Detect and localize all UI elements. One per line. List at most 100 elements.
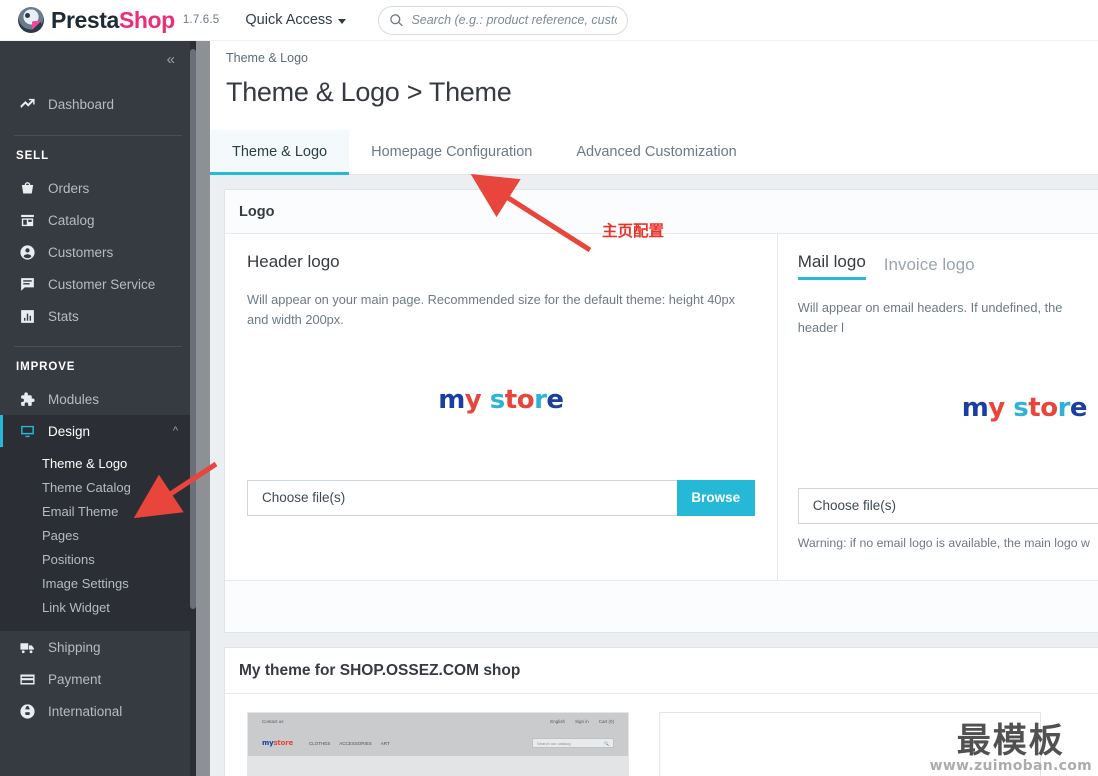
sidebar-sublabel-positions: Positions [42,551,95,567]
mail-invoice-tabs: Mail logo Invoice logo [797,252,1098,280]
globe-icon [18,702,36,720]
tab-invoice-logo[interactable]: Invoice logo [884,255,975,280]
preview-language-label: English [550,719,565,725]
person-circle-icon [18,243,36,261]
sidebar-item-customers[interactable]: Customers [0,236,196,268]
preview-nav-clothes: CLOTHES [309,740,331,746]
chat-icon [18,275,36,293]
scroll-up-icon[interactable] [190,41,196,49]
sidebar-subitem-link-widget[interactable]: Link Widget [0,595,196,619]
sidebar-scrollbar-thumb[interactable] [190,49,196,609]
sidebar-item-payment[interactable]: Payment [0,663,196,695]
header-logo-browse-button[interactable]: Browse [676,479,755,516]
tab-label-homepage-configuration: Homepage Configuration [371,144,533,160]
preview-cart-label: Cart (0) [598,719,614,725]
sidebar-section-improve: IMPROVE [16,361,76,373]
trend-up-icon [18,95,36,113]
mail-logo-preview: my store [798,338,1098,478]
theme-panel: My theme for SHOP.OSSEZ.COM shop Contact… [224,647,1098,776]
logo-panel: Logo Header logo Will appear on your mai… [224,189,1098,634]
tab-advanced-customization[interactable]: Advanced Customization [554,130,758,174]
theme-preview-thumbnail-secondary[interactable] [659,712,1041,776]
sidebar-scrollbar[interactable] [190,41,196,776]
preview-search-placeholder: Search our catalog [537,740,571,746]
sidebar-label-dashboard: Dashboard [48,96,115,112]
preview-signin-label: Sign in [574,719,589,725]
prestashop-mascot-icon [18,7,44,33]
header-logo-description: Will appear on your main page. Recommend… [247,292,735,327]
header-logo-title: Header logo [247,252,340,271]
search-icon [390,13,404,26]
sidebar-item-modules[interactable]: Modules [0,383,196,415]
design-submenu: Theme & Logo Theme Catalog Email Theme P… [0,447,196,631]
sidebar-label-catalog: Catalog [48,212,95,228]
quick-access-dropdown[interactable]: Quick Access [245,12,347,28]
tab-homepage-configuration[interactable]: Homepage Configuration [349,130,554,174]
mail-logo-description: Will appear on email headers. If undefin… [797,300,1063,335]
sidebar-item-orders[interactable]: Orders [0,172,196,204]
tab-label-theme-logo: Theme & Logo [232,144,328,160]
store-icon [18,211,36,229]
search-input[interactable] [411,13,618,27]
brand-shop: Shop [118,6,175,33]
tab-label-advanced-customization: Advanced Customization [576,144,737,160]
quick-access-label: Quick Access [245,12,333,28]
sidebar-subitem-email-theme[interactable]: Email Theme [0,499,196,523]
my-store-logo-image: my store [438,384,564,415]
logo-panel-body: Header logo Will appear on your main pag… [225,234,1098,581]
sidebar-subitem-theme-logo[interactable]: Theme & Logo [0,451,196,475]
mail-logo-file-input[interactable]: Choose file(s) [797,487,1098,524]
sidebar-label-customer-service: Customer Service [48,276,156,292]
theme-preview-thumbnail[interactable]: Contact us English Sign in Cart (0) myst… [247,712,629,776]
sidebar-item-design[interactable]: Design ^ [0,415,196,447]
sidebar-subitem-positions[interactable]: Positions [0,547,196,571]
page-scrollbar-track[interactable] [196,41,210,776]
global-search-box[interactable] [378,5,629,35]
main-sidebar: « Dashboard SELL Orders Catalog Customer… [0,41,196,776]
tab-mail-logo[interactable]: Mail logo [797,252,866,280]
preview-store-logo: mystore [262,739,293,748]
mail-logo-warning: Warning: if no email logo is available, … [797,535,1090,550]
sidebar-item-stats[interactable]: Stats [0,300,196,332]
sidebar-label-stats: Stats [48,308,79,324]
sidebar-item-dashboard[interactable]: Dashboard [0,87,196,121]
page-tabs: Theme & Logo Homepage Configuration Adva… [210,130,1098,175]
sidebar-subitem-pages[interactable]: Pages [0,523,196,547]
logo-panel-footer [225,580,1098,633]
preview-header: mystore CLOTHES ACCESSORIES ART Search o… [248,730,628,757]
sidebar-label-modules: Modules [48,391,100,407]
content-scroll-area: Logo Header logo Will appear on your mai… [210,175,1098,776]
credit-card-icon [18,670,36,688]
preview-nav-art: ART [380,740,390,746]
sidebar-subitem-theme-catalog[interactable]: Theme Catalog [0,475,196,499]
my-store-logo-image-mail: my store [961,392,1088,423]
mail-logo-file-row: Choose file(s) [797,487,1098,524]
preview-body [248,756,628,776]
sidebar-divider-2 [14,346,182,347]
prestashop-logo[interactable]: PrestaShop 1.7.6.5 [18,7,219,34]
sidebar-sublabel-pages: Pages [42,527,79,543]
sidebar-subitem-image-settings[interactable]: Image Settings [0,571,196,595]
sidebar-item-shipping[interactable]: Shipping [0,631,196,663]
sidebar-label-international: International [48,703,123,719]
collapse-sidebar-button[interactable]: « [167,51,175,68]
puzzle-icon [18,390,36,408]
preview-nav-accessories: ACCESSORIES [339,740,372,746]
brand-wordmark: PrestaShop [51,7,175,34]
version-label: 1.7.6.5 [182,14,220,26]
basket-icon [18,179,36,197]
sidebar-sublabel-theme-catalog: Theme Catalog [42,479,131,495]
sidebar-item-international[interactable]: International [0,695,196,727]
theme-panel-title: My theme for SHOP.OSSEZ.COM shop [225,648,1098,695]
preview-search-icon: 🔍 [604,740,609,746]
page-title: Theme & Logo > Theme [226,77,512,107]
tab-theme-logo[interactable]: Theme & Logo [210,130,350,175]
sidebar-item-customer-service[interactable]: Customer Service [0,268,196,300]
header-logo-file-input[interactable]: Choose file(s) [247,479,677,516]
sidebar-label-design: Design [48,423,91,439]
preview-contact-label: Contact us [262,719,284,725]
prestashop-admin-window: PrestaShop 1.7.6.5 Quick Access « Dashbo… [0,0,1098,776]
sidebar-item-catalog[interactable]: Catalog [0,204,196,236]
preview-topbar-right: English Sign in Cart (0) [550,719,614,724]
preview-nav: CLOTHES ACCESSORIES ART [309,741,390,746]
